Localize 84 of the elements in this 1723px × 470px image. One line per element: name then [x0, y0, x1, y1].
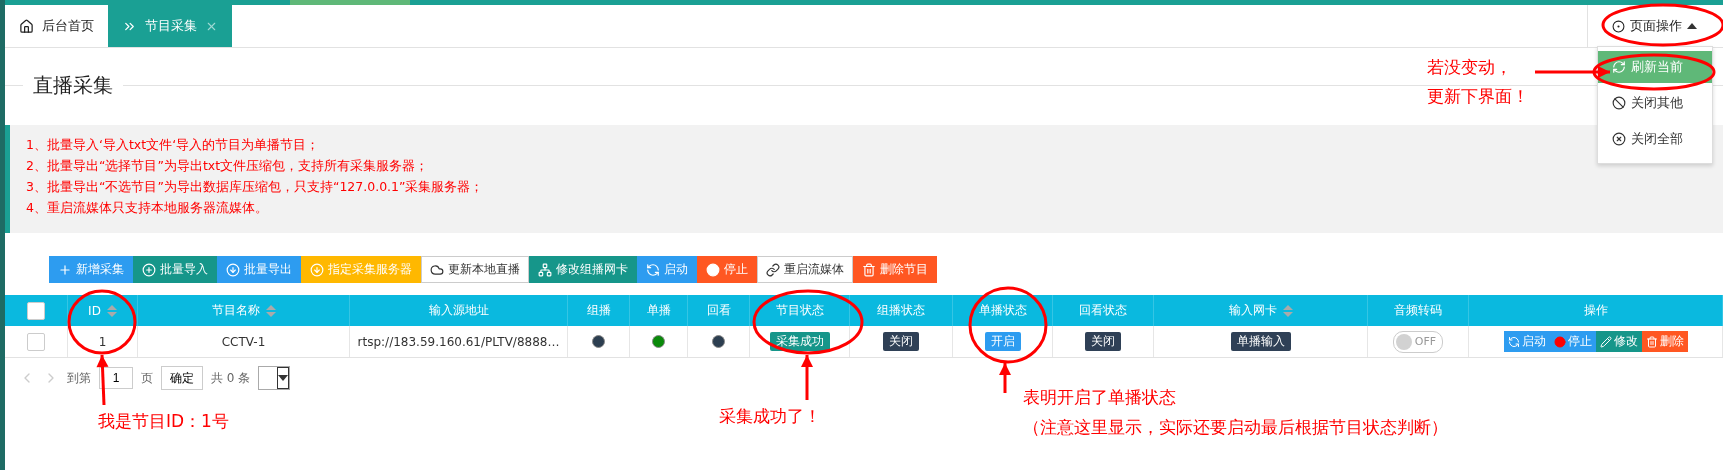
button-icon [1553, 335, 1566, 348]
toolbar-button[interactable]: 修改组播网卡 [529, 256, 637, 283]
tab[interactable]: 节目采集 [108, 5, 232, 47]
button-icon [646, 262, 660, 277]
button-icon [310, 262, 324, 277]
button-icon [862, 262, 876, 277]
column-header: 输入源地址 [428, 302, 489, 319]
annotation-text: （注意这里显示，实际还要启动最后根据节目状态判断） [1023, 416, 1448, 439]
column-header: 回看状态 [1079, 302, 1127, 319]
button-icon [430, 262, 444, 277]
sort-icon[interactable] [265, 304, 276, 317]
annotation-arrow [999, 363, 1011, 393]
caret-icon [1687, 23, 1697, 29]
sort-icon[interactable] [1282, 304, 1293, 317]
status-badge: 单播输入 [1230, 332, 1291, 351]
column-header: ID [88, 303, 101, 318]
toolbar-button[interactable]: 停止 [697, 256, 757, 283]
action-button[interactable]: 启动 [1503, 331, 1550, 352]
pager-label: 到第 [67, 369, 91, 387]
column-header: 回看 [706, 302, 731, 319]
notice-text: 4、重启流媒体只支持本地服务器流媒体。 [26, 200, 268, 216]
page-size-select[interactable] [258, 366, 291, 390]
column-header: 单播状态 [978, 302, 1027, 319]
action-button[interactable]: 修改 [1595, 331, 1642, 352]
pager-total: 共 0 条 [211, 369, 251, 387]
annotation-text: 采集成功了！ [719, 405, 821, 428]
toolbar-button[interactable]: 新增采集 [49, 256, 133, 283]
refresh-icon [1612, 60, 1626, 74]
notice-text: 3、批量导出“不选节目”为导出数据库压缩包，只支持“127.0.0.1”采集服务器； [26, 179, 484, 195]
notice-text: 1、批量导入‘导入txt文件‘导入的节目为单播节目； [26, 137, 320, 153]
sort-icon[interactable] [106, 304, 117, 317]
button-icon [142, 262, 156, 277]
toolbar-button[interactable]: 启动 [637, 256, 697, 283]
page-title: 直播采集 [33, 72, 113, 99]
annotation-arrow [801, 355, 813, 400]
status-badge: 关闭 [1085, 332, 1121, 351]
notice-text: 2、批量导出“选择节目”为导出txt文件压缩包，支持所有采集服务器； [26, 158, 429, 174]
toolbar-button[interactable]: 批量导出 [217, 256, 301, 283]
button-icon [1599, 335, 1612, 348]
status-badge: 关闭 [883, 332, 919, 351]
annotation-arrow [96, 354, 109, 406]
button-icon [1507, 335, 1520, 348]
annotation-text: 若没变动， [1427, 56, 1512, 79]
toolbar-button[interactable]: 删除节目 [853, 256, 937, 283]
table-cell: rtsp://183.59.160.61/PLTV/8888… [350, 326, 568, 357]
toolbar-button[interactable]: 更新本地直播 [421, 256, 529, 283]
toolbar-button[interactable]: 重启流媒体 [757, 256, 853, 283]
column-header: 操作 [1583, 302, 1608, 319]
confirm-button[interactable]: 确定 [161, 366, 203, 390]
column-header: 输入网卡 [1228, 302, 1277, 319]
status-badge: 开启 [984, 332, 1021, 351]
annotation-text: 我是节目ID：1号 [98, 410, 229, 433]
column-header: 音频转码 [1394, 302, 1442, 319]
menu-item[interactable]: 关闭全部 [1598, 123, 1712, 155]
home-icon [19, 18, 34, 34]
button-icon [706, 262, 720, 277]
button-icon [538, 262, 552, 277]
annotation-text: 更新下界面！ [1427, 85, 1529, 108]
button-icon [58, 262, 72, 277]
toolbar-button[interactable]: 指定采集服务器 [301, 256, 421, 283]
checkbox[interactable] [27, 301, 45, 320]
status-badge: 采集成功 [769, 332, 830, 351]
column-header: 单播 [646, 302, 671, 319]
pager-label: 页 [141, 369, 153, 387]
action-button[interactable]: 停止 [1549, 331, 1596, 352]
circle-x-icon [1612, 132, 1626, 146]
audio-toggle[interactable]: OFF [1392, 330, 1444, 353]
radio-icon [1612, 19, 1625, 33]
menu-item[interactable]: 关闭其他 [1598, 87, 1712, 119]
table-cell: CCTV-1 [138, 326, 350, 357]
annotation-ellipse [67, 289, 137, 355]
action-button[interactable]: 删除 [1641, 331, 1688, 352]
button-icon [766, 262, 780, 277]
column-header: 节目状态 [775, 302, 824, 319]
page-input[interactable]: 1 [99, 367, 133, 389]
column-header: 节目名称 [211, 302, 260, 319]
annotation-text: 表明开启了单播状态 [1023, 386, 1176, 409]
button-icon [226, 262, 240, 277]
ban-icon [1612, 96, 1626, 110]
column-header: 组播 [586, 302, 611, 319]
button-icon [1645, 335, 1658, 348]
toolbar-button[interactable]: 批量导入 [133, 256, 217, 283]
column-header: 组播状态 [877, 302, 925, 319]
checkbox[interactable] [27, 332, 45, 351]
